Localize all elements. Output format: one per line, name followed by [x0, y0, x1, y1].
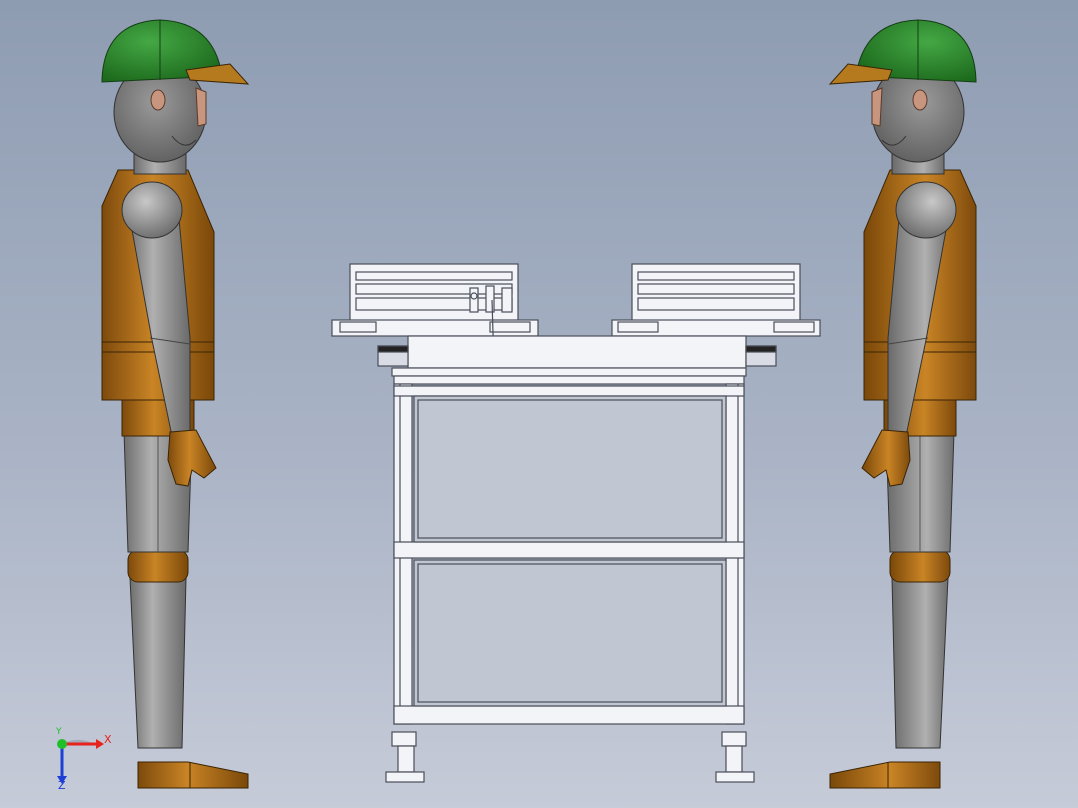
left-worker-figure — [101, 19, 249, 789]
axis-x-label: X — [104, 733, 112, 746]
assembly-scene — [57, 19, 977, 789]
right-worker-figure — [829, 19, 977, 789]
axis-triad-icon — [57, 739, 104, 784]
axis-z-label: Z — [58, 779, 66, 792]
workbench-frame — [331, 263, 821, 783]
graphics-viewport[interactable]: X Y Z — [0, 0, 1078, 808]
axis-y-label: Y — [56, 727, 62, 737]
